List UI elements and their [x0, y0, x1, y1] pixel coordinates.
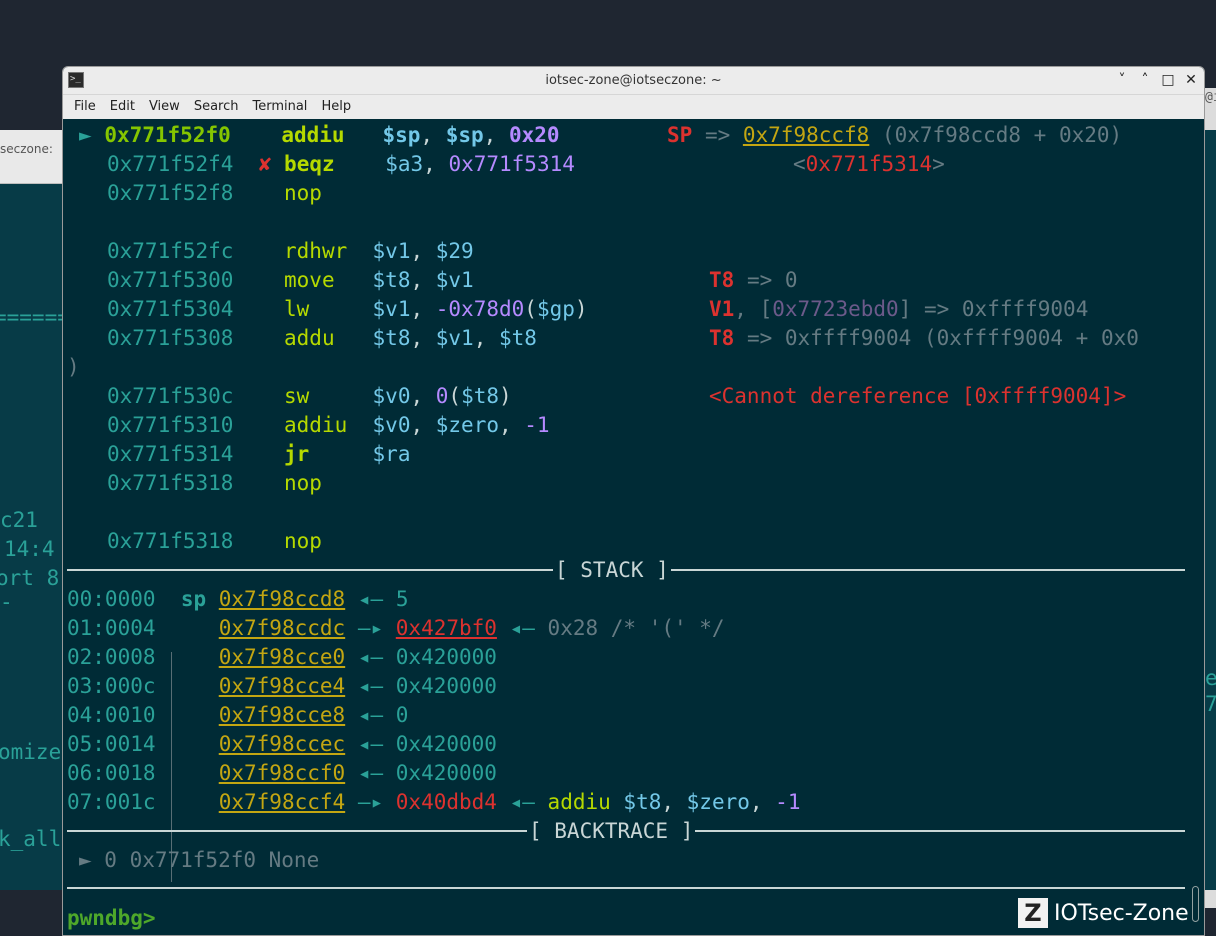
stack-row: 06:0018 0x7f98ccf0 ◂— 0x420000 — [67, 761, 497, 785]
disasm-row: 0x771f5308 addu $t8, $v1, $t8 — [107, 326, 537, 350]
background-line: 7 — [1205, 692, 1216, 716]
window-titlebar[interactable]: >_ iotsec-zone@iotseczone: ~ ˅ ˄ □ ✕ — [63, 67, 1204, 95]
menu-view[interactable]: View — [149, 95, 180, 119]
menu-edit[interactable]: Edit — [110, 95, 135, 119]
close-button[interactable]: ✕ — [1182, 71, 1200, 89]
disasm-row: 0x771f52fc rdhwr $v1, $29 — [107, 239, 474, 263]
disasm-row: 0x771f5318 nop — [107, 529, 322, 553]
background-line: e — [1205, 666, 1216, 690]
menu-search[interactable]: Search — [194, 95, 239, 119]
background-line: ort 8 — [0, 566, 60, 590]
stack-row: 07:001c 0x7f98ccf4 —▸ 0x40dbd4 ◂— addiu … — [67, 790, 801, 814]
maximize-button[interactable]: ˄ — [1136, 71, 1154, 89]
terminal-window[interactable]: >_ iotsec-zone@iotseczone: ~ ˅ ˄ □ ✕ Fil… — [62, 66, 1205, 936]
disasm-comment: T8 => 0 — [709, 268, 798, 292]
stack-header: [ STACK ] — [553, 556, 671, 585]
background-line: @i — [1205, 90, 1216, 105]
background-window-title: seczone: — [0, 142, 53, 156]
background-line: c21 — [0, 508, 38, 532]
scrollbar-thumb[interactable] — [1192, 886, 1199, 922]
backtrace-header: [ BACKTRACE ] — [527, 817, 696, 846]
disasm-row: 0x771f530c sw $v0, 0($t8) — [107, 384, 512, 408]
disasm-row: 0x771f5314 jr $ra — [107, 442, 411, 466]
terminal-content[interactable]: ► 0x771f52f0 addiu $sp, $sp, 0x20 SP => … — [63, 120, 1185, 935]
watermark-text: IOTsec-Zone — [1054, 900, 1189, 926]
disasm-row: 0x771f5318 nop — [107, 471, 322, 495]
background-window-titlebar[interactable]: seczone: — [0, 130, 62, 184]
disasm-row: 0x771f5304 lw $v1, -0x78d0($gp) — [107, 297, 588, 321]
disasm-row: 0x771f5310 addiu $v0, $zero, -1 — [107, 413, 550, 437]
watermark: Z IOTsec-Zone — [1018, 896, 1189, 930]
stack-row: 00:0000 sp 0x7f98ccd8 ◂— 5 — [67, 587, 409, 611]
minimize-button[interactable]: ˅ — [1113, 71, 1131, 89]
disasm-comment-wrap: ) — [67, 355, 80, 379]
stack-row: 03:000c 0x7f98cce4 ◂— 0x420000 — [67, 674, 497, 698]
background-line: k_all — [0, 827, 62, 851]
backtrace-frame: ► 0 0x771f52f0 None — [79, 848, 320, 872]
stack-row: 01:0004 0x7f98ccdc —▸ 0x427bf0 ◂— 0x28 /… — [67, 616, 725, 640]
disasm-comment: <Cannot dereference [0xffff9004]> — [709, 384, 1127, 408]
window-title: iotsec-zone@iotseczone: ~ — [545, 73, 722, 88]
disasm-row: 0x771f5300 move $t8, $v1 — [107, 268, 474, 292]
stack-row: 05:0014 0x7f98ccec ◂— 0x420000 — [67, 732, 497, 756]
disasm-row: 0x771f52f8 nop — [107, 181, 322, 205]
stack-row: 02:0008 0x7f98cce0 ◂— 0x420000 — [67, 645, 497, 669]
menu-file[interactable]: File — [74, 95, 96, 119]
disasm-comment: <0x771f5314> — [793, 152, 945, 176]
disasm-row: 0x771f52f4 ✘ beqz $a3, 0x771f5314 — [107, 152, 575, 176]
disasm-comment: V1, [0x7723ebd0] => 0xffff9004 — [709, 297, 1089, 321]
background-line: 14:4 — [4, 537, 55, 561]
disasm-row-current: ► 0x771f52f0 addiu $sp, $sp, 0x20 — [79, 123, 560, 147]
terminal-scrollbar[interactable] — [1185, 120, 1204, 935]
background-window-right-content — [1205, 130, 1216, 890]
menu-terminal[interactable]: Terminal — [252, 95, 307, 119]
disasm-comment: SP => 0x7f98ccf8 (0x7f98ccd8 + 0x20) — [667, 123, 1123, 147]
pwndbg-prompt[interactable]: pwndbg> — [67, 904, 156, 933]
menu-bar: File Edit View Search Terminal Help — [63, 95, 1204, 119]
background-line: ====== — [0, 305, 70, 329]
background-line: omize — [0, 740, 62, 764]
restore-button[interactable]: □ — [1159, 71, 1177, 89]
branch-not-taken-icon: ✘ — [258, 152, 272, 176]
current-instruction-marker: ► — [79, 123, 92, 147]
iotsec-zone-logo-icon: Z — [1018, 898, 1048, 928]
bottom-separator-line — [67, 887, 1185, 889]
disasm-comment: T8 => 0xffff9004 (0xffff9004 + 0x0 — [709, 326, 1139, 350]
stack-row: 04:0010 0x7f98cce8 ◂— 0 — [67, 703, 409, 727]
menu-help[interactable]: Help — [321, 95, 351, 119]
background-line: - — [0, 590, 13, 614]
desktop-background — [0, 0, 1216, 66]
